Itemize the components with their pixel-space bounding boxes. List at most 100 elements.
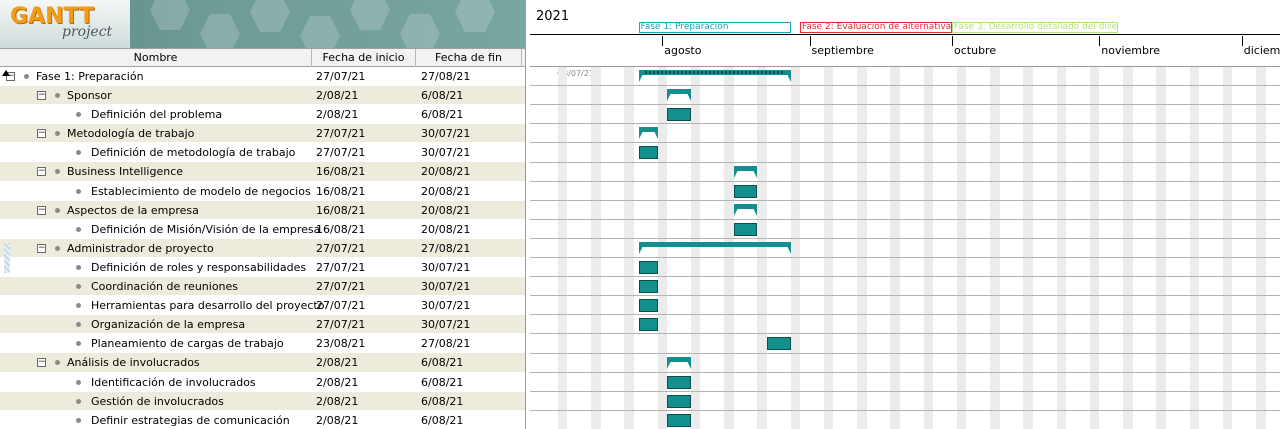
task-row[interactable]: − Aspectos de la empresa 16/08/21 20/08/21 (0, 200, 525, 220)
task-name[interactable]: Definición del problema (91, 105, 222, 124)
task-row[interactable]: Establecimiento de modelo de negocios 16/… (0, 182, 525, 201)
task-name[interactable]: Aspectos de la empresa (67, 201, 199, 220)
task-bar[interactable] (667, 375, 691, 389)
task-start-date[interactable]: 2/08/21 (316, 373, 358, 392)
task-row[interactable]: Gestión de involucrados 2/08/21 6/08/21 (0, 391, 525, 411)
task-row[interactable]: − Metodología de trabajo 27/07/21 30/07/21 (0, 124, 525, 144)
task-bar[interactable] (638, 146, 658, 160)
task-start-date[interactable]: 27/07/21 (316, 277, 365, 296)
task-row[interactable]: − Business Intelligence 16/08/21 20/08/21 (0, 162, 525, 182)
task-end-date[interactable]: 27/08/21 (421, 67, 470, 86)
task-row[interactable]: Herramientas para desarrollo del proyect… (0, 296, 525, 316)
task-end-date[interactable]: 6/08/21 (421, 373, 463, 392)
task-name[interactable]: Metodología de trabajo (67, 124, 194, 143)
task-start-date[interactable]: 2/08/21 (316, 105, 358, 124)
task-row[interactable]: Coordinación de reuniones 27/07/21 30/07/2… (0, 277, 525, 297)
task-start-date[interactable]: 27/07/21 (316, 67, 365, 86)
task-name[interactable]: Administrador de proyecto (67, 239, 214, 258)
column-header-start[interactable]: Fecha de inicio (312, 49, 416, 67)
collapse-arrow-icon[interactable] (2, 70, 10, 76)
gantt-chart-area[interactable]: ▲ 13/07/21 (530, 67, 1280, 429)
task-name[interactable]: Gestión de involucrados (91, 392, 224, 411)
task-end-date[interactable]: 30/07/21 (421, 277, 470, 296)
task-start-date[interactable]: 27/07/21 (316, 239, 365, 258)
task-bar[interactable] (638, 318, 658, 332)
task-row[interactable]: Definición del problema 2/08/21 6/08/21 (0, 105, 525, 125)
task-end-date[interactable]: 6/08/21 (421, 105, 463, 124)
task-end-date[interactable]: 6/08/21 (421, 392, 463, 411)
task-name[interactable]: Establecimiento de modelo de negocios (91, 182, 311, 201)
task-start-date[interactable]: 2/08/21 (316, 86, 358, 105)
task-start-date[interactable]: 2/08/21 (316, 411, 358, 429)
task-row[interactable]: − Análisis de involucrados 2/08/21 6/08/21 (0, 353, 525, 373)
task-end-date[interactable]: 20/08/21 (421, 201, 470, 220)
task-start-date[interactable]: 23/08/21 (316, 334, 365, 353)
task-bar[interactable] (766, 337, 791, 351)
collapse-toggle-icon[interactable]: − (37, 91, 46, 101)
task-end-date[interactable]: 30/07/21 (421, 315, 470, 334)
task-bar[interactable] (638, 299, 658, 313)
task-end-date[interactable]: 30/07/21 (421, 124, 470, 143)
summary-bar[interactable] (733, 165, 758, 178)
task-bar[interactable] (638, 261, 658, 274)
task-name[interactable]: Análisis de involucrados (67, 353, 200, 372)
column-header-end[interactable]: Fecha de fin (416, 49, 522, 67)
task-name[interactable]: Sponsor (67, 86, 112, 105)
task-row[interactable]: − Sponsor 2/08/21 6/08/21 (0, 86, 525, 106)
task-name[interactable]: Business Intelligence (67, 162, 183, 181)
task-end-date[interactable]: 30/07/21 (421, 258, 470, 277)
collapse-toggle-icon[interactable]: − (37, 129, 46, 139)
collapse-toggle-icon[interactable]: − (37, 358, 46, 368)
task-start-date[interactable]: 27/07/21 (316, 124, 365, 143)
task-bar[interactable] (733, 184, 758, 198)
collapse-toggle-icon[interactable]: − (37, 167, 46, 177)
task-row[interactable]: − Fase 1: Preparación 27/07/21 27/08/21 (0, 67, 525, 87)
phase-label[interactable]: Fase 2: Evaluación de alternativas y d..… (800, 22, 952, 33)
collapse-toggle-icon[interactable]: − (37, 205, 46, 215)
task-name[interactable]: Definición de Misión/Visión de la empres… (91, 220, 320, 239)
phase-label[interactable]: Fase 3: Desarrollo detallado del diseño (952, 22, 1119, 33)
task-name[interactable]: Identificación de involucrados (91, 373, 256, 392)
task-start-date[interactable]: 16/08/21 (316, 182, 365, 201)
task-end-date[interactable]: 20/08/21 (421, 182, 470, 201)
task-row[interactable]: Planeamiento de cargas de trabajo 23/08/2… (0, 334, 525, 354)
task-row[interactable]: Organización de la empresa 27/07/21 30/07/… (0, 315, 525, 335)
task-bar[interactable] (667, 394, 691, 408)
task-end-date[interactable]: 20/08/21 (421, 162, 470, 181)
task-name[interactable]: Planeamiento de cargas de trabajo (91, 334, 284, 353)
task-bar[interactable] (638, 280, 658, 294)
task-name[interactable]: Coordinación de reuniones (91, 277, 238, 296)
task-row[interactable]: Definición de roles y responsabilidades 2… (0, 258, 525, 278)
task-end-date[interactable]: 27/08/21 (421, 334, 470, 353)
summary-bar[interactable] (667, 89, 691, 102)
summary-bar[interactable] (667, 356, 691, 369)
task-row[interactable]: Identificación de involucrados 2/08/21 6/0… (0, 373, 525, 392)
task-bar[interactable] (667, 413, 691, 427)
task-name[interactable]: Organización de la empresa (91, 315, 245, 334)
collapse-toggle-icon[interactable]: − (37, 243, 46, 253)
task-start-date[interactable]: 16/08/21 (316, 162, 365, 181)
task-row[interactable]: Definición de metodología de trabajo 27/0… (0, 143, 525, 163)
task-name[interactable]: Definición de metodología de trabajo (91, 143, 295, 162)
task-end-date[interactable]: 30/07/21 (421, 143, 470, 162)
task-end-date[interactable]: 6/08/21 (421, 411, 463, 429)
task-end-date[interactable]: 6/08/21 (421, 86, 463, 105)
summary-bar[interactable] (733, 203, 758, 216)
task-start-date[interactable]: 16/08/21 (316, 201, 365, 220)
summary-bar[interactable] (638, 70, 791, 82)
task-start-date[interactable]: 16/08/21 (316, 220, 365, 239)
task-end-date[interactable]: 20/08/21 (421, 220, 470, 239)
column-header-name[interactable]: Nombre (0, 49, 312, 67)
summary-bar[interactable] (638, 241, 791, 254)
task-end-date[interactable]: 6/08/21 (421, 353, 463, 372)
task-name[interactable]: Definir estrategias de comunicación (91, 411, 290, 429)
task-start-date[interactable]: 27/07/21 (316, 315, 365, 334)
task-start-date[interactable]: 2/08/21 (316, 353, 358, 372)
task-name[interactable]: Definición de roles y responsabilidades (91, 258, 306, 277)
summary-bar[interactable] (638, 127, 658, 140)
task-name[interactable]: Herramientas para desarrollo del proyect… (91, 296, 324, 315)
task-bar[interactable] (667, 108, 691, 122)
task-start-date[interactable]: 2/08/21 (316, 392, 358, 411)
task-start-date[interactable]: 27/07/21 (316, 296, 365, 315)
task-name[interactable]: Fase 1: Preparación (36, 67, 144, 86)
